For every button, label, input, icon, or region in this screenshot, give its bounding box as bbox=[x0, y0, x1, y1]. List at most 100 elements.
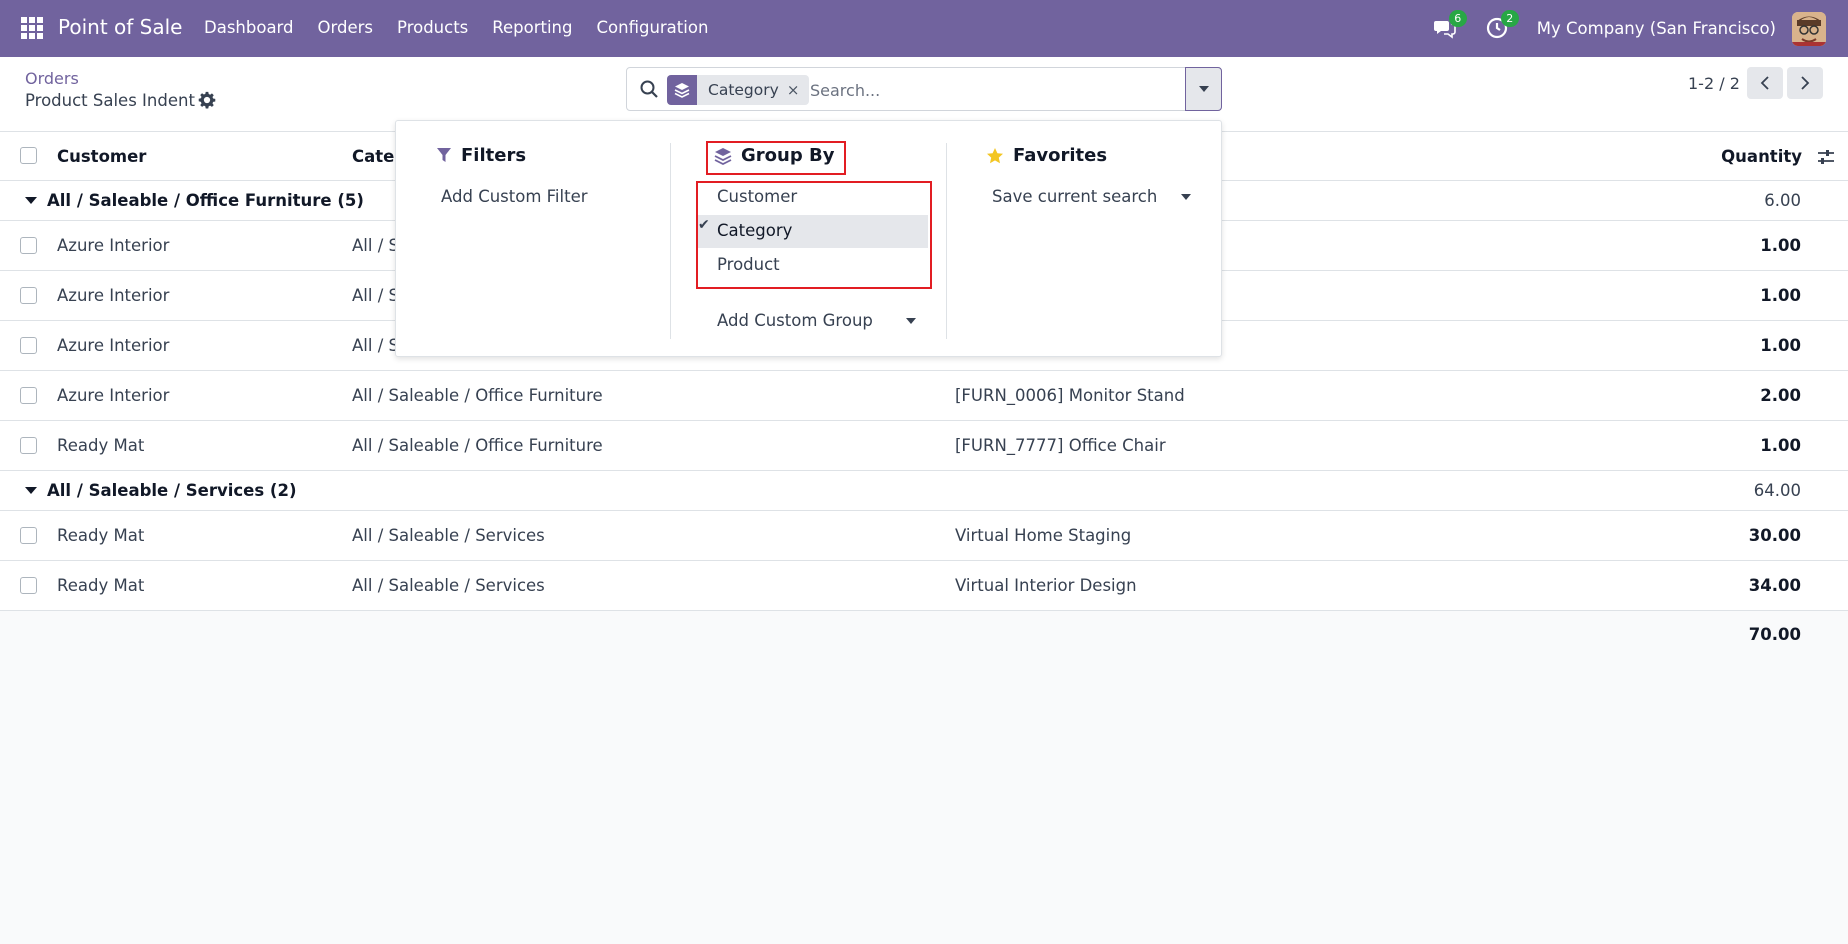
chevron-left-icon bbox=[1760, 76, 1769, 90]
cell-customer: Ready Mat bbox=[57, 526, 145, 545]
avatar-face-icon bbox=[1792, 11, 1826, 46]
menu-reporting[interactable]: Reporting bbox=[492, 18, 572, 37]
add-custom-group-select[interactable]: Add Custom Group bbox=[717, 311, 873, 330]
company-switcher[interactable]: My Company (San Francisco) bbox=[1537, 19, 1776, 38]
grand-total: 70.00 bbox=[1748, 624, 1801, 644]
cell-customer: Azure Interior bbox=[57, 386, 170, 405]
menu-orders[interactable]: Orders bbox=[318, 18, 374, 37]
select-all-checkbox[interactable] bbox=[20, 147, 37, 164]
group-by-category[interactable]: Category bbox=[717, 221, 792, 240]
cell-quantity: 2.00 bbox=[1760, 386, 1801, 405]
save-current-search[interactable]: Save current search bbox=[992, 187, 1157, 206]
group-by-customer[interactable]: Customer bbox=[717, 187, 797, 206]
menu-dashboard[interactable]: Dashboard bbox=[204, 18, 294, 37]
cell-customer: Azure Interior bbox=[57, 236, 170, 255]
main-menu: Dashboard Orders Products Reporting Conf… bbox=[204, 18, 732, 37]
cell-category: All / S bbox=[352, 286, 399, 305]
column-divider bbox=[946, 143, 947, 339]
row-checkbox[interactable] bbox=[20, 236, 37, 254]
cell-category: All / Saleable / Services bbox=[352, 576, 545, 595]
table-footer: 70.00 bbox=[0, 611, 1848, 657]
row-checkbox[interactable] bbox=[20, 336, 37, 354]
group-label: All / Saleable / Office Furniture (5) bbox=[47, 191, 364, 210]
apps-grid-icon[interactable] bbox=[21, 17, 43, 39]
cell-customer: Ready Mat bbox=[57, 576, 145, 595]
pager-value[interactable]: 1-2 / 2 bbox=[1688, 74, 1740, 93]
user-avatar[interactable] bbox=[1792, 11, 1826, 46]
messages-badge: 6 bbox=[1448, 9, 1467, 27]
sliders-icon[interactable] bbox=[1817, 148, 1835, 166]
activities-button[interactable]: 2 bbox=[1485, 9, 1519, 42]
page-title: Product Sales Indent bbox=[25, 91, 195, 110]
cell-customer: Azure Interior bbox=[57, 336, 170, 355]
search-options-toggle[interactable] bbox=[1185, 67, 1222, 111]
row-checkbox[interactable] bbox=[20, 386, 37, 404]
menu-configuration[interactable]: Configuration bbox=[597, 18, 709, 37]
cell-category: All / Saleable / Services bbox=[352, 526, 545, 545]
layers-icon bbox=[667, 75, 697, 105]
cell-quantity: 34.00 bbox=[1748, 576, 1801, 595]
cell-quantity: 1.00 bbox=[1760, 236, 1801, 255]
group-label: All / Saleable / Services (2) bbox=[47, 481, 297, 500]
cell-category: All / S bbox=[352, 236, 399, 255]
search-facet-category: Category × bbox=[667, 75, 810, 105]
cell-product: [FURN_0006] Monitor Stand bbox=[955, 386, 1185, 405]
cell-quantity: 30.00 bbox=[1748, 526, 1801, 545]
messages-button[interactable]: 6 bbox=[1433, 9, 1467, 42]
cell-customer: Ready Mat bbox=[57, 436, 145, 455]
caret-down-icon bbox=[1198, 86, 1209, 92]
row-checkbox[interactable] bbox=[20, 286, 37, 304]
row-checkbox[interactable] bbox=[20, 576, 37, 594]
table-row[interactable]: Ready Mat All / Saleable / Office Furnit… bbox=[0, 421, 1848, 471]
filter-icon bbox=[437, 148, 451, 162]
caret-down-icon bbox=[25, 197, 37, 204]
row-checkbox[interactable] bbox=[20, 526, 37, 544]
cell-product: Virtual Interior Design bbox=[955, 576, 1137, 595]
column-customer[interactable]: Customer bbox=[57, 132, 146, 180]
cell-product: Virtual Home Staging bbox=[955, 526, 1132, 545]
cell-customer: Azure Interior bbox=[57, 286, 170, 305]
favorites-heading: Favorites bbox=[986, 145, 1107, 166]
star-icon bbox=[987, 147, 1003, 163]
search-bar: Category × bbox=[626, 67, 1222, 111]
gear-icon[interactable] bbox=[198, 91, 216, 109]
table-row[interactable]: Azure Interior All / Saleable / Office F… bbox=[0, 371, 1848, 421]
cell-category: All / Saleable / Office Furniture bbox=[352, 436, 603, 455]
group-by-heading: Group By bbox=[714, 145, 834, 166]
top-navbar: Point of Sale Dashboard Orders Products … bbox=[0, 0, 1848, 57]
group-total: 64.00 bbox=[1753, 481, 1801, 500]
cell-product: [FURN_7777] Office Chair bbox=[955, 436, 1166, 455]
cell-quantity: 1.00 bbox=[1760, 436, 1801, 455]
search-input[interactable] bbox=[810, 75, 1170, 105]
table-row[interactable]: Ready Mat All / Saleable / Services Virt… bbox=[0, 511, 1848, 561]
chevron-right-icon bbox=[1801, 76, 1810, 90]
cell-category: All / S bbox=[352, 336, 399, 355]
group-by-product[interactable]: Product bbox=[717, 255, 780, 274]
caret-down-icon[interactable] bbox=[906, 318, 916, 324]
activities-badge: 2 bbox=[1500, 9, 1519, 27]
cell-quantity: 1.00 bbox=[1760, 336, 1801, 355]
search-options-dropdown: Filters Add Custom Filter Group By ✔ Cus… bbox=[395, 120, 1222, 357]
facet-remove-button[interactable]: × bbox=[787, 81, 810, 99]
menu-products[interactable]: Products bbox=[397, 18, 468, 37]
add-custom-filter[interactable]: Add Custom Filter bbox=[441, 187, 588, 206]
facet-label: Category bbox=[708, 81, 779, 99]
layers-icon bbox=[714, 147, 732, 165]
search-icon bbox=[640, 80, 658, 98]
row-checkbox[interactable] bbox=[20, 436, 37, 454]
filters-heading: Filters bbox=[436, 145, 526, 166]
navbar-systray: 6 2 My Company (San Francisco) bbox=[1433, 0, 1848, 57]
column-quantity[interactable]: Quantity bbox=[1721, 132, 1802, 180]
group-total: 6.00 bbox=[1764, 191, 1801, 210]
column-divider bbox=[670, 143, 671, 339]
app-name[interactable]: Point of Sale bbox=[58, 15, 182, 39]
group-row[interactable]: All / Saleable / Services (2) 64.00 bbox=[0, 471, 1848, 511]
caret-down-icon bbox=[25, 487, 37, 494]
breadcrumb-orders[interactable]: Orders bbox=[25, 69, 79, 88]
pager-next-button[interactable] bbox=[1787, 67, 1823, 99]
table-row[interactable]: Ready Mat All / Saleable / Services Virt… bbox=[0, 561, 1848, 611]
pager-previous-button[interactable] bbox=[1747, 67, 1783, 99]
cell-quantity: 1.00 bbox=[1760, 286, 1801, 305]
caret-down-icon[interactable] bbox=[1181, 194, 1191, 200]
cell-category: All / Saleable / Office Furniture bbox=[352, 386, 603, 405]
